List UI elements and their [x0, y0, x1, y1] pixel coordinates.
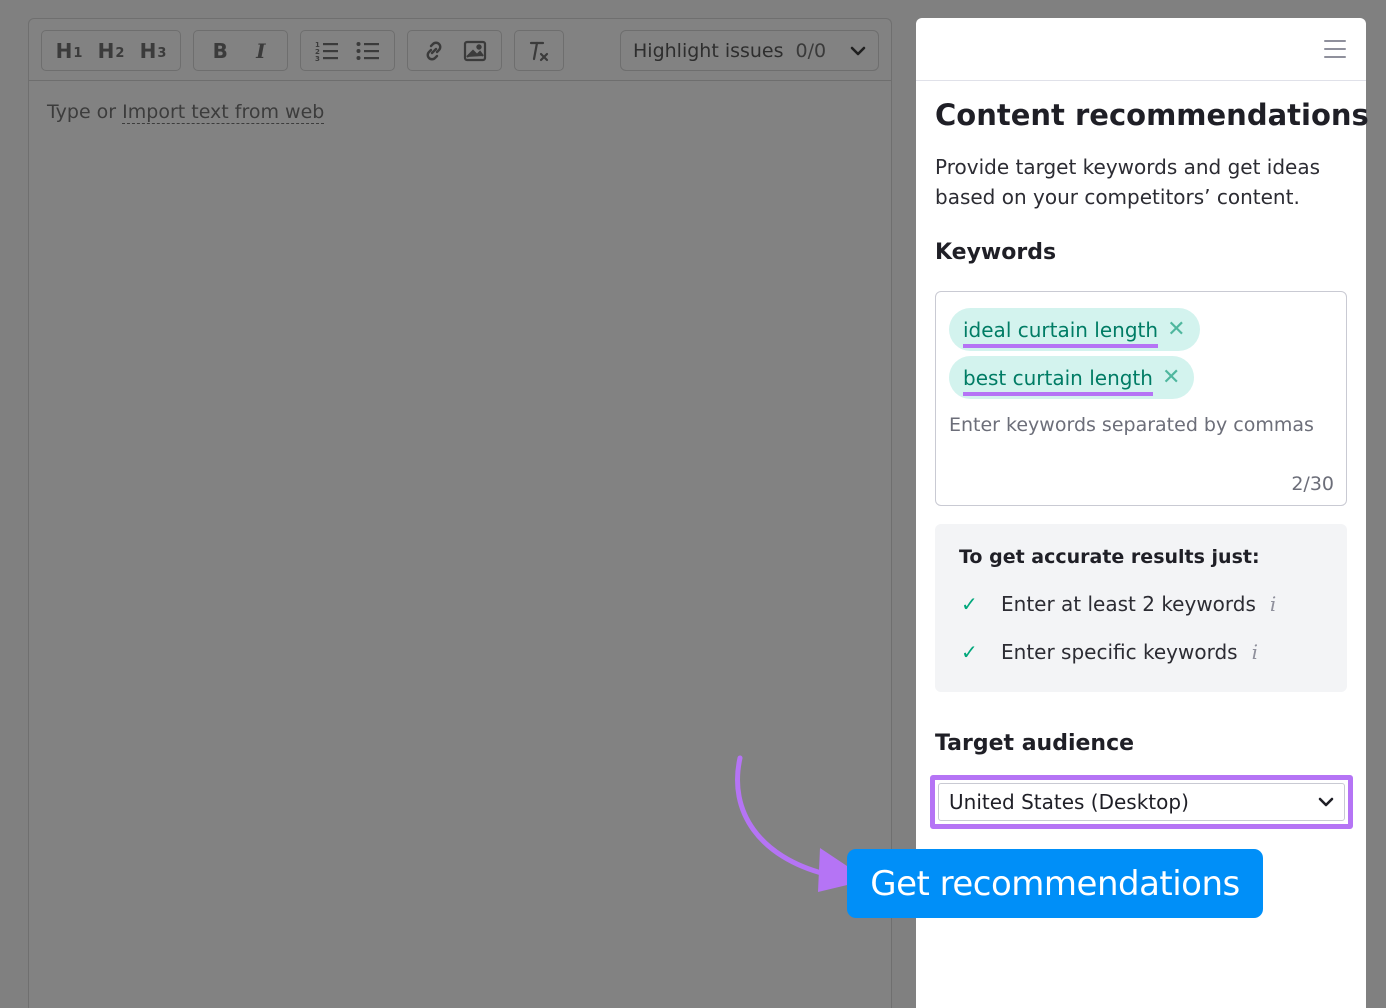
editor-placeholder-text: Type or — [47, 101, 123, 123]
bold-button[interactable]: B — [205, 36, 235, 66]
panel-description: Provide target keywords and get ideas ba… — [935, 155, 1321, 209]
image-icon — [463, 40, 486, 61]
import-text-link[interactable]: Import text from web — [122, 101, 325, 124]
check-icon: ✓ — [961, 640, 978, 664]
tip-label: Enter at least 2 keywords — [1001, 592, 1256, 616]
panel-title: Content recommendations — [935, 98, 1369, 132]
get-recommendations-button[interactable]: Get recommendations — [847, 849, 1263, 918]
tips-box: To get accurate results just: ✓ Enter at… — [935, 524, 1347, 692]
highlight-issues-count: 0/0 — [795, 39, 827, 62]
bullet-list-button[interactable] — [353, 36, 383, 66]
list-bullet-icon — [356, 41, 379, 60]
target-audience-value: United States (Desktop) — [949, 790, 1189, 814]
chevron-down-icon — [850, 46, 866, 55]
target-audience-select[interactable]: United States (Desktop) — [938, 783, 1345, 821]
keyword-chip-label: ideal curtain length — [963, 318, 1159, 348]
heading-2-label: H — [97, 38, 115, 63]
list-group: 123 — [300, 30, 395, 71]
heading-group: H1 H2 H3 — [41, 30, 181, 71]
italic-button[interactable]: I — [246, 36, 276, 66]
close-icon[interactable]: ✕ — [1167, 317, 1185, 342]
keywords-label: Keywords — [935, 240, 1057, 265]
link-icon — [426, 41, 442, 60]
heading-1-sub: 1 — [73, 46, 83, 61]
heading-3-sub: 3 — [157, 46, 167, 61]
tip-item: ✓ Enter at least 2 keywords i — [961, 592, 1276, 616]
format-group: B I — [193, 30, 288, 71]
editor-placeholder[interactable]: Type or Import text from web — [47, 101, 325, 124]
keyword-chip: ideal curtain length ✕ — [949, 308, 1200, 351]
keyword-input[interactable] — [949, 414, 1335, 436]
clear-group — [514, 30, 564, 71]
heading-3-button[interactable]: H3 — [138, 36, 168, 66]
keyword-chip: best curtain length ✕ — [949, 356, 1195, 399]
keyword-count: 2/30 — [1291, 473, 1334, 495]
close-icon[interactable]: ✕ — [1162, 365, 1180, 390]
editor-toolbar: H1 H2 H3 B I 123 Highlight issues 0/0 — [29, 19, 891, 81]
svg-text:3: 3 — [315, 55, 320, 62]
info-icon[interactable]: i — [1270, 592, 1276, 616]
highlight-issues-dropdown[interactable]: Highlight issues 0/0 — [620, 30, 879, 71]
tips-title: To get accurate results just: — [959, 546, 1260, 568]
image-button[interactable] — [460, 36, 490, 66]
insert-group — [407, 30, 502, 71]
check-icon: ✓ — [961, 592, 978, 616]
ordered-list-button[interactable]: 123 — [312, 36, 342, 66]
heading-2-sub: 2 — [115, 46, 125, 61]
tip-label: Enter specific keywords — [1001, 640, 1238, 664]
menu-icon[interactable] — [1324, 40, 1346, 58]
clear-format-button[interactable] — [524, 36, 554, 66]
heading-1-button[interactable]: H1 — [54, 36, 84, 66]
keywords-input-box[interactable]: ideal curtain length ✕ best curtain leng… — [935, 291, 1347, 506]
list-ordered-icon: 123 — [315, 41, 339, 62]
highlight-issues-label: Highlight issues — [633, 39, 784, 62]
target-audience-label: Target audience — [935, 731, 1135, 756]
chevron-down-icon — [1318, 797, 1334, 807]
keyword-chip-label: best curtain length — [963, 366, 1153, 396]
heading-3-label: H — [139, 38, 157, 63]
clear-format-icon — [529, 41, 549, 61]
heading-2-button[interactable]: H2 — [96, 36, 126, 66]
heading-1-label: H — [55, 38, 73, 63]
link-button[interactable] — [419, 36, 449, 66]
target-audience-highlight: United States (Desktop) — [930, 775, 1353, 829]
tip-item: ✓ Enter specific keywords i — [961, 640, 1258, 664]
info-icon[interactable]: i — [1252, 640, 1258, 664]
panel-header — [916, 18, 1366, 81]
